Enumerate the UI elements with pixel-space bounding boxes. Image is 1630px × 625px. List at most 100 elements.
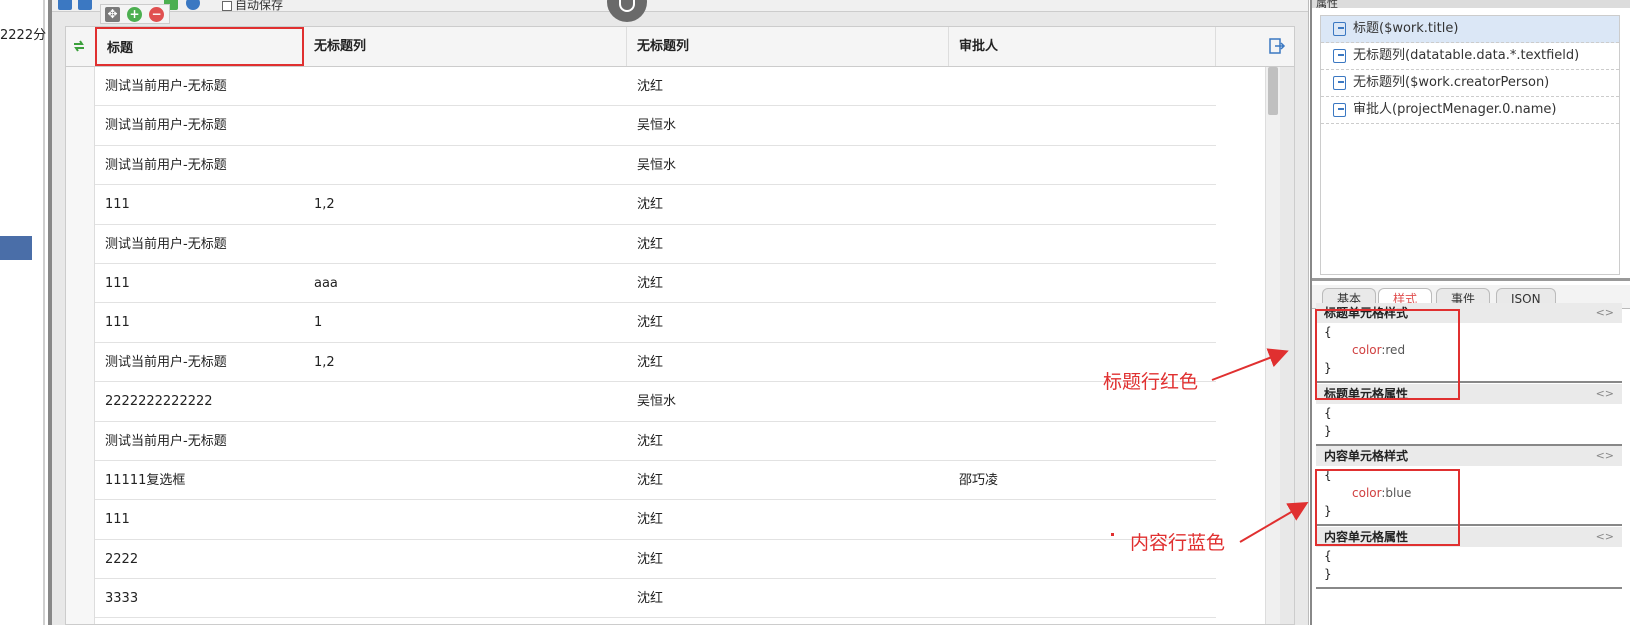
- property-panel: 属性 标题($work.title) 无标题列(datatable.data.*.…: [1310, 0, 1630, 625]
- header-style-editor[interactable]: { color:red }: [1316, 323, 1622, 383]
- field-icon: [1333, 103, 1346, 117]
- header-attr-editor[interactable]: { }: [1316, 404, 1622, 446]
- prop-key: color: [1352, 486, 1382, 500]
- table-cell: 沈红: [637, 472, 664, 488]
- table-cell: 测试当前用户-无标题: [105, 118, 227, 134]
- panel-splitter[interactable]: [1312, 278, 1630, 281]
- style-property: color:blue: [1324, 484, 1622, 502]
- content-attr-editor[interactable]: { }: [1316, 547, 1622, 589]
- brace-open: {: [1324, 468, 1332, 482]
- section-header-attr-title: 标题单元格属性 <>: [1316, 384, 1622, 404]
- property-panel-title: 属性: [1312, 0, 1630, 8]
- field-icon: [1333, 22, 1346, 36]
- code-icon[interactable]: <>: [1596, 527, 1614, 547]
- remove-column-icon[interactable]: −: [149, 7, 164, 22]
- field-list-item[interactable]: 标题($work.title): [1321, 16, 1619, 43]
- code-icon[interactable]: <>: [1596, 446, 1614, 466]
- table-row[interactable]: 111 aaa 沈红: [95, 264, 1216, 304]
- table-cell: 3333: [105, 591, 139, 607]
- table-cell: 1: [314, 315, 323, 331]
- move-icon[interactable]: ✥: [105, 7, 120, 22]
- field-list-item[interactable]: 无标题列($work.creatorPerson): [1321, 70, 1619, 97]
- table-cell: 沈红: [637, 79, 664, 94]
- table-cell: 1,2: [314, 197, 335, 213]
- designer-canvas: 自动保存 ✥ + − 标题 无标题列 无标题列 审批人 测试当前用户-无标题 沈…: [52, 0, 1309, 625]
- table-row[interactable]: 11111复选框 沈红 邵巧凌: [95, 461, 1216, 501]
- save-icon[interactable]: [58, 0, 72, 10]
- brace-open: {: [1324, 549, 1332, 563]
- table-cell: 测试当前用户-无标题: [105, 157, 227, 173]
- table-cell: 沈红: [637, 354, 664, 370]
- vertical-scrollbar[interactable]: [1265, 67, 1280, 624]
- table-row[interactable]: 2222 沈红: [95, 540, 1216, 580]
- table-cell: 11111复选框: [105, 472, 186, 488]
- field-label: 无标题列(datatable.data.*.textfield): [1353, 48, 1580, 63]
- autosave-label: 自动保存: [235, 0, 284, 12]
- table-row[interactable]: 111 1 沈红: [95, 303, 1216, 343]
- section-title: 标题单元格属性: [1324, 387, 1409, 401]
- annotation-header-red: 标题行红色: [1103, 371, 1199, 393]
- field-list-item[interactable]: 审批人(projectMenager.0.name): [1321, 97, 1619, 124]
- table-row[interactable]: 111 1,2 沈红: [95, 185, 1216, 225]
- export-icon[interactable]: [1268, 37, 1286, 55]
- info-icon[interactable]: [186, 0, 200, 10]
- table-cell: 吴恒水: [637, 394, 677, 410]
- column-header-approver[interactable]: 审批人: [949, 27, 1216, 66]
- table-row[interactable]: 测试当前用户-无标题 沈红: [95, 225, 1216, 264]
- left-panel-selected-item[interactable]: [0, 236, 32, 260]
- annotation-content-blue: 内容行蓝色: [1130, 532, 1226, 554]
- section-title: 内容单元格样式: [1324, 449, 1409, 463]
- add-column-icon[interactable]: +: [127, 7, 142, 22]
- table-row[interactable]: 3333 沈红: [95, 579, 1216, 619]
- brace-open: {: [1324, 325, 1332, 339]
- field-label: 无标题列($work.creatorPerson): [1353, 75, 1550, 90]
- brace-close: }: [1324, 567, 1332, 581]
- table-cell: 沈红: [637, 551, 664, 567]
- brace-open: {: [1324, 406, 1332, 420]
- content-style-editor[interactable]: { color:blue }: [1316, 466, 1622, 526]
- column-header-untitled-2[interactable]: 无标题列: [627, 27, 949, 66]
- refresh-button[interactable]: [607, 0, 647, 22]
- column-header-title[interactable]: 标题: [95, 27, 304, 66]
- style-property: color:red: [1324, 341, 1622, 359]
- table-cell: 沈红: [637, 197, 664, 213]
- field-icon: [1333, 76, 1346, 90]
- grid-right-gutter: [1280, 67, 1294, 624]
- grid-header: 标题 无标题列 无标题列 审批人: [66, 27, 1294, 67]
- section-header-style-title: 标题单元格样式 <>: [1316, 303, 1622, 323]
- table-cell: 沈红: [637, 236, 664, 252]
- table-cell: 沈红: [637, 591, 664, 607]
- code-icon[interactable]: <>: [1596, 303, 1614, 323]
- code-icon[interactable]: <>: [1596, 384, 1614, 404]
- checkbox-box[interactable]: [222, 0, 232, 11]
- column-header-untitled-1[interactable]: 无标题列: [304, 27, 627, 66]
- table-cell: 2222: [105, 551, 139, 567]
- prop-value: red: [1385, 343, 1406, 357]
- table-cell: 沈红: [637, 275, 664, 291]
- prop-key: color: [1352, 343, 1382, 357]
- table-cell: 吴恒水: [637, 118, 677, 134]
- table-row[interactable]: 测试当前用户-无标题 吴恒水: [95, 106, 1216, 146]
- data-grid: 标题 无标题列 无标题列 审批人 测试当前用户-无标题 沈红 测试当前用户-无标题吴…: [65, 26, 1295, 625]
- sync-icon[interactable]: [72, 39, 86, 53]
- table-row[interactable]: 测试当前用户-无标题 沈红: [95, 422, 1216, 461]
- page-icon[interactable]: [78, 0, 92, 10]
- table-row[interactable]: 111 沈红: [95, 500, 1216, 540]
- table-cell: 吴恒水: [637, 157, 677, 173]
- prop-value: blue: [1385, 486, 1412, 500]
- table-cell: 沈红: [637, 433, 664, 449]
- table-cell: aaa: [314, 275, 338, 291]
- table-cell: 111: [105, 512, 130, 528]
- table-cell: 111: [105, 275, 130, 291]
- table-row[interactable]: 测试当前用户-无标题 吴恒水: [95, 146, 1216, 186]
- column-tools: ✥ + −: [100, 4, 170, 24]
- field-label: 审批人(projectMenager.0.name): [1353, 102, 1557, 117]
- table-cell: 测试当前用户-无标题: [105, 354, 227, 370]
- table-row[interactable]: 测试当前用户-无标题 1,2 沈红: [95, 343, 1216, 383]
- scrollbar-thumb[interactable]: [1268, 67, 1278, 115]
- table-cell: 测试当前用户-无标题: [105, 433, 227, 449]
- field-list-item[interactable]: 无标题列(datatable.data.*.textfield): [1321, 43, 1619, 70]
- autosave-checkbox[interactable]: 自动保存: [222, 0, 284, 12]
- table-row[interactable]: 2222222222222 吴恒水: [95, 382, 1216, 422]
- table-row[interactable]: 测试当前用户-无标题 沈红: [95, 67, 1216, 107]
